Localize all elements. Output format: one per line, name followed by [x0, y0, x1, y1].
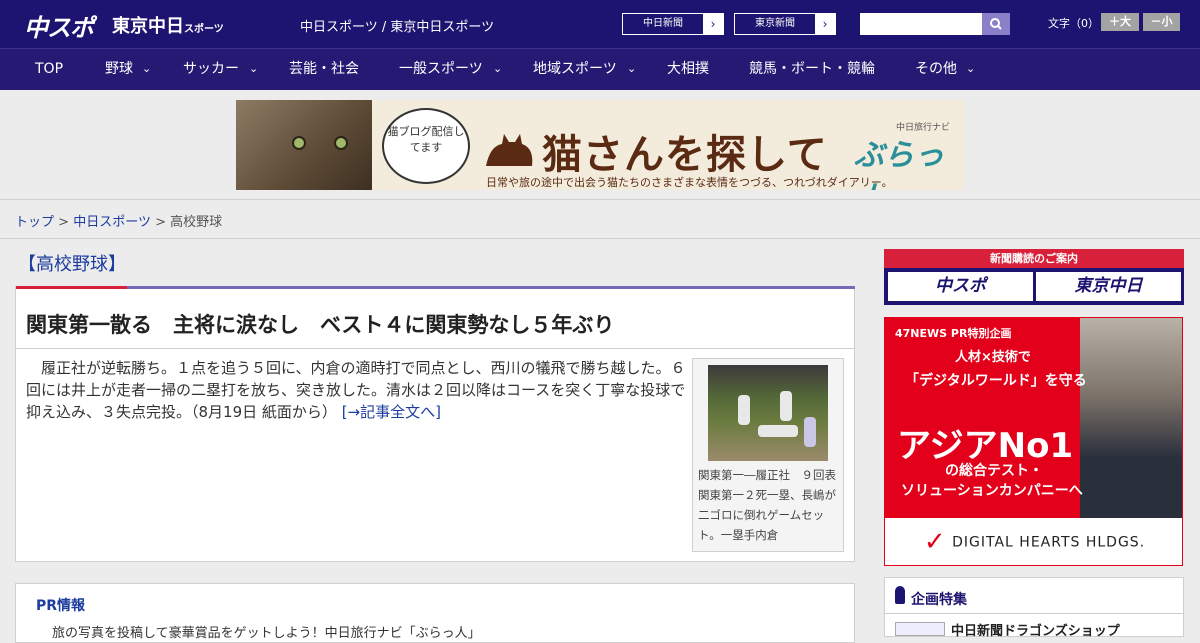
- nav-item-sumo[interactable]: 大相撲: [667, 49, 709, 89]
- ad-line-1: 人材×技術で: [955, 350, 1031, 365]
- read-more-link[interactable]: [→記事全文へ]: [342, 403, 441, 421]
- breadcrumb-home[interactable]: トップ: [15, 215, 54, 230]
- breadcrumb-separator: >: [155, 215, 166, 230]
- photo-caption: 関東第一―履正社 ９回表関東第一２死一塁、長嶋が二ゴロに倒れゲームセット。一塁手…: [698, 468, 836, 542]
- checkmark-icon: ✓: [923, 527, 947, 557]
- pr-text[interactable]: 旅の写真を投稿して豪華賞品をゲットしよう！中日旅行ナビ「ぶらっ人」: [52, 622, 481, 641]
- article-card: 関東第一散る 主将に涙なし ベスト４に関東勢なし５年ぶり 履正社が逆転勝ち。１点…: [15, 286, 855, 562]
- cat-eye: [334, 136, 348, 150]
- pr-title: PR情報: [36, 598, 86, 614]
- nav-item-local-sports[interactable]: 地域スポーツ: [533, 49, 617, 89]
- banner-subtitle: 日常や旅の途中で出会う猫たちのさまざまな表情をつづる、つれづれダイアリー。: [486, 176, 893, 189]
- breadcrumb-section[interactable]: 中日スポーツ: [73, 215, 151, 230]
- divider: [16, 348, 854, 349]
- tokyo-shimbun-button[interactable]: 東京新聞 ›: [734, 13, 836, 35]
- top-bar: 中スポ 東京中日スポーツ 中日スポーツ / 東京中日スポーツ 中日新聞 › 東京…: [0, 0, 1200, 48]
- search-input[interactable]: [860, 13, 982, 35]
- ad-line-4: ソリューションカンパニーへ: [901, 483, 1083, 499]
- chevron-down-icon: ⌄: [249, 62, 259, 75]
- feature-title: 企画特集: [911, 592, 967, 608]
- pin-icon: [895, 586, 905, 604]
- nav-item-soccer[interactable]: サッカー: [183, 49, 239, 89]
- chevron-down-icon: ⌄: [627, 62, 637, 75]
- accent-line-red: [16, 286, 127, 289]
- tokyo-logo-suffix: スポーツ: [184, 24, 224, 35]
- nav-item-other[interactable]: その他: [915, 49, 957, 89]
- site-links[interactable]: 中日スポーツ / 東京中日スポーツ: [300, 16, 494, 35]
- article-photo: 関東第一―履正社 ９回表関東第一２死一塁、長嶋が二ゴロに倒れゲームセット。一塁手…: [692, 358, 844, 552]
- tokyo-shimbun-label: 東京新聞: [755, 18, 795, 29]
- subscription-box: 新聞購読のご案内 中スポ 東京中日: [884, 249, 1184, 305]
- ad-line-3: の総合テスト・: [945, 463, 1043, 479]
- chevron-down-icon: ⌄: [142, 62, 152, 75]
- article-headline[interactable]: 関東第一散る 主将に涙なし ベスト４に関東勢なし５年ぶり: [26, 309, 614, 339]
- ad-company: DIGITAL HEARTS HLDGS.: [952, 534, 1146, 551]
- breadcrumb-current: 高校野球: [170, 215, 223, 230]
- ad-header: 47NEWS PR特別企画: [895, 327, 1012, 340]
- baseball-photo[interactable]: [708, 365, 828, 461]
- search-icon: [990, 18, 1002, 30]
- accent-line-purple: [127, 286, 855, 289]
- subscription-title: 新聞購読のご案内: [884, 249, 1184, 268]
- chunichi-shimbun-label: 中日新聞: [643, 18, 683, 29]
- ad-line-2: 「デジタルワールド」を守る: [905, 373, 1087, 389]
- player-figure: [804, 417, 816, 447]
- cat-silhouette-icon: [486, 134, 533, 166]
- player-figure: [738, 395, 750, 425]
- banner-area: 猫ブログ配信してます 猫さんを探して 日常や旅の途中で出会う猫たちのさまざまな表…: [0, 90, 1200, 200]
- chevron-down-icon: ⌄: [966, 62, 976, 75]
- nav-item-top[interactable]: TOP: [35, 49, 63, 89]
- site-logo[interactable]: 中スポ: [24, 8, 94, 43]
- feature-thumbnail[interactable]: [895, 622, 945, 636]
- player-figure: [780, 391, 792, 421]
- nav-item-general-sports[interactable]: 一般スポーツ: [399, 49, 483, 89]
- ad-person-photo: [1080, 318, 1182, 518]
- cat-photo: [236, 100, 372, 190]
- chunichi-shimbun-button[interactable]: 中日新聞 ›: [622, 13, 724, 35]
- player-figure: [758, 425, 798, 437]
- tokyo-chunichi-logo[interactable]: 東京中日スポーツ: [112, 12, 224, 38]
- divider: [885, 613, 1183, 614]
- divider: [0, 238, 1200, 239]
- nav-item-racing[interactable]: 競馬・ボート・競輪: [749, 49, 875, 89]
- cat-blog-banner[interactable]: 猫ブログ配信してます 猫さんを探して 日常や旅の途中で出会う猫たちのさまざまな表…: [236, 100, 964, 190]
- main-nav: TOP 野球 ⌄ サッカー ⌄ 芸能・社会 一般スポーツ ⌄ 地域スポーツ ⌄ …: [0, 48, 1200, 90]
- breadcrumb: トップ > 中日スポーツ > 高校野球: [15, 211, 222, 230]
- chevron-right-icon: ›: [703, 14, 723, 34]
- nav-item-entertainment[interactable]: 芸能・社会: [289, 49, 359, 89]
- font-size-label: 文字（0）: [1048, 17, 1099, 30]
- cat-eye: [292, 136, 306, 150]
- subscribe-chuspo-button[interactable]: 中スポ: [888, 272, 1033, 301]
- subscribe-tokyo-button[interactable]: 東京中日: [1036, 272, 1181, 301]
- search-button[interactable]: [982, 13, 1010, 35]
- sidebar-ad[interactable]: 47NEWS PR特別企画 人材×技術で 「デジタルワールド」を守る アジアNo…: [884, 317, 1183, 566]
- ad-footer: ✓ DIGITAL HEARTS HLDGS.: [885, 518, 1182, 565]
- tokyo-logo-text: 東京中日: [112, 16, 184, 37]
- font-small-button[interactable]: －小: [1143, 13, 1180, 31]
- chevron-down-icon: ⌄: [493, 62, 503, 75]
- pr-box: PR情報 旅の写真を投稿して豪華賞品をゲットしよう！中日旅行ナビ「ぶらっ人」: [15, 583, 855, 643]
- banner-brand: ぶらっ人: [854, 138, 944, 190]
- article-body: 履正社が逆転勝ち。１点を追う５回に、内倉の適時打で同点とし、西川の犠飛で勝ち越し…: [26, 357, 686, 423]
- speech-bubble: 猫ブログ配信してます: [382, 108, 470, 184]
- feature-box: 企画特集 中日新聞ドラゴンズショップ: [884, 577, 1184, 639]
- banner-title: 猫さんを探して: [542, 132, 828, 178]
- breadcrumb-separator: >: [58, 215, 70, 230]
- chevron-right-icon: ›: [815, 14, 835, 34]
- font-large-button[interactable]: ＋大: [1101, 13, 1139, 31]
- nav-item-baseball[interactable]: 野球: [105, 49, 133, 89]
- section-title: 【高校野球】: [18, 254, 126, 275]
